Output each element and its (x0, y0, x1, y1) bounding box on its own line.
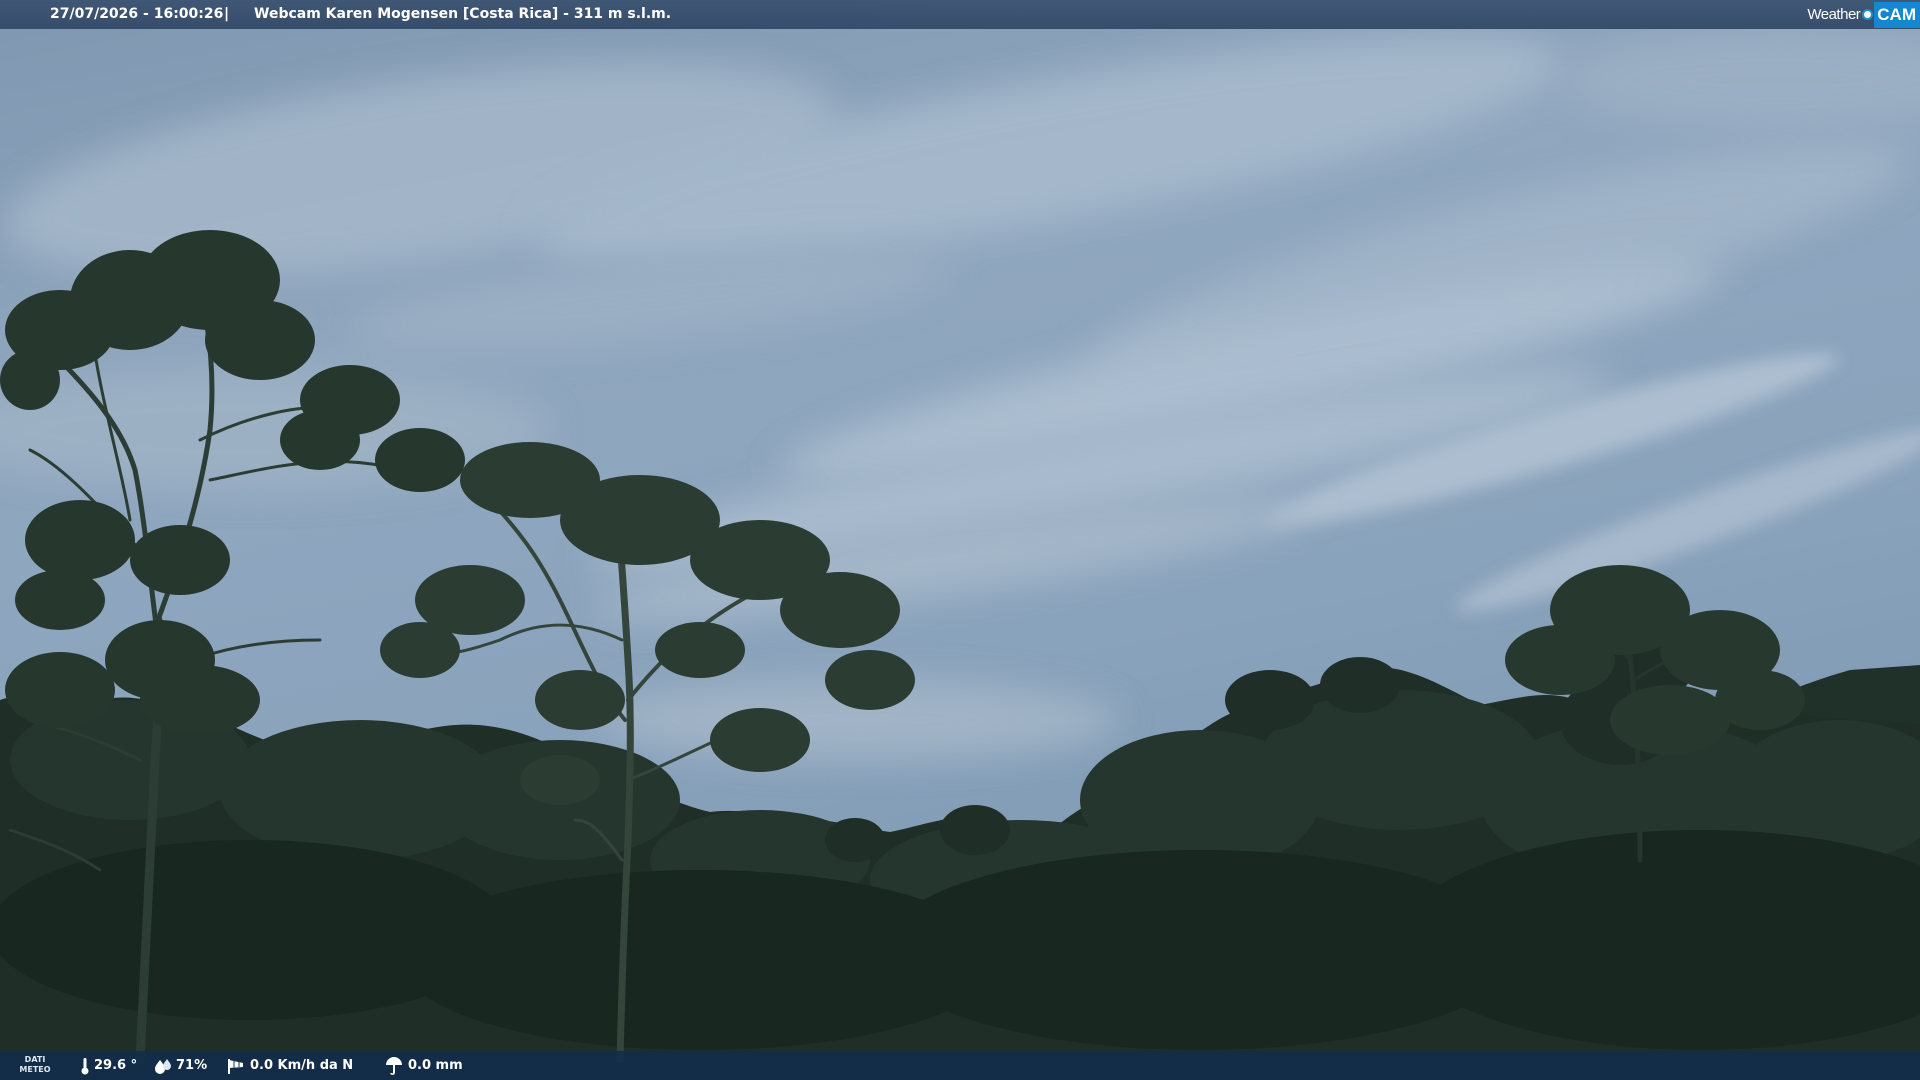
logo-dot-icon (1862, 9, 1874, 20)
webcam-image (0, 0, 1920, 1080)
rain-value: 0.0 mm (408, 1058, 463, 1073)
humidity-reading: 71% (154, 1051, 207, 1080)
logo-weather-text: Weather (1807, 6, 1861, 23)
camera-title: Webcam Karen Mogensen [Costa Rica] - 311… (254, 6, 672, 22)
windsock-icon (228, 1058, 243, 1074)
webcam-frame: 27/07/2026 - 16:00:26 | Webcam Karen Mog… (0, 0, 1920, 1080)
rain-gauge-icon (386, 1056, 402, 1075)
separator: | (224, 6, 230, 22)
top-info-bar: 27/07/2026 - 16:00:26 | Webcam Karen Mog… (0, 0, 1920, 29)
temperature-value: 29.6 ° (94, 1058, 138, 1073)
droplets-icon (155, 1058, 171, 1074)
weather-label-line2: METEO (19, 1065, 51, 1074)
logo-cam-text: CAM (1874, 1, 1920, 28)
weather-label: DATI METEO (14, 1055, 56, 1075)
wind-value: 0.0 Km/h da N (250, 1058, 354, 1073)
timestamp: 27/07/2026 - 16:00:26 (50, 6, 224, 22)
wind-reading: 0.0 Km/h da N (226, 1051, 353, 1080)
thermometer-icon (81, 1057, 89, 1074)
humidity-value: 71% (176, 1058, 208, 1073)
rain-reading: 0.0 mm (384, 1051, 463, 1080)
weathercam-logo[interactable]: Weather CAM (1807, 0, 1920, 29)
weather-label-line1: DATI (24, 1055, 46, 1064)
weather-data-bar: DATI METEO 29.6 ° 71% 0.0 Km/h da N 0.0 … (0, 1051, 1920, 1080)
temperature-reading: 29.6 ° (80, 1051, 137, 1080)
